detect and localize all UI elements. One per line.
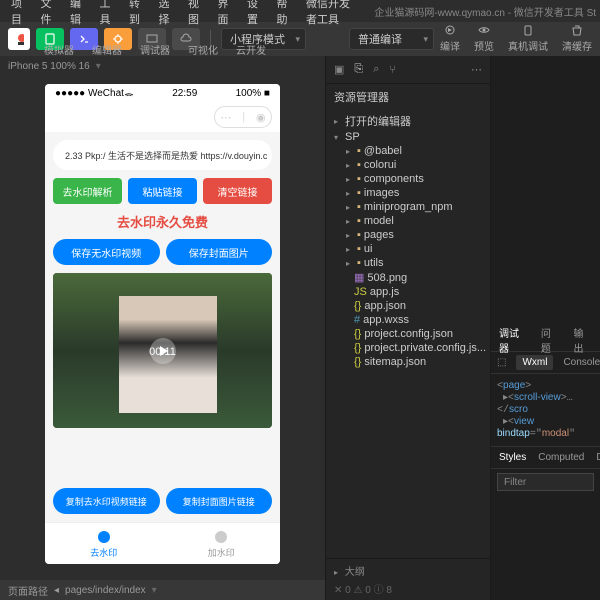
search-icon[interactable]: ⌕ bbox=[373, 63, 379, 76]
file-app.wxss[interactable]: # app.wxss bbox=[326, 313, 490, 327]
folder-components[interactable]: ▸▪ components bbox=[326, 172, 490, 186]
copy-video-button[interactable]: 复制去水印视频链接 bbox=[53, 488, 160, 514]
folder-pages[interactable]: ▸▪ pages bbox=[326, 228, 490, 242]
menu-project[interactable]: 项目 bbox=[4, 0, 34, 27]
file-508.png[interactable]: ▦ 508.png bbox=[326, 270, 490, 285]
file-app.json[interactable]: {} app.json bbox=[326, 299, 490, 313]
compile-dropdown[interactable]: 普通编译 bbox=[349, 28, 434, 50]
folder-utils[interactable]: ▸▪ utils bbox=[326, 256, 490, 270]
window-title: 企业猫源码网-www.qymao.cn - 微信开发者工具 Stable 1.0… bbox=[367, 4, 596, 19]
tab-output[interactable]: 输出 bbox=[573, 325, 592, 355]
code-tree[interactable]: <page> ▸<scroll-view>…</scro ▸<view bind… bbox=[491, 374, 600, 446]
menu-edit[interactable]: 编辑 bbox=[63, 0, 93, 27]
folder-images[interactable]: ▸▪ images bbox=[326, 186, 490, 200]
compile-button[interactable]: 编译 bbox=[440, 25, 460, 53]
status-battery: 100% ■ bbox=[236, 88, 270, 99]
tab-add-wm[interactable]: 加水印 bbox=[163, 523, 281, 564]
wxml-tab[interactable]: Wxml bbox=[516, 355, 553, 370]
capsule-close-icon[interactable]: ◉ bbox=[256, 111, 266, 124]
status-icons: ✕ 0 ⚠ 0 ⓘ 8 bbox=[334, 581, 482, 596]
file-sitemap.json[interactable]: {} sitemap.json bbox=[326, 355, 490, 369]
menu-tools[interactable]: 工具 bbox=[93, 0, 123, 27]
tab-debugger[interactable]: 调试器 bbox=[499, 325, 527, 355]
menu-select[interactable]: 选择 bbox=[152, 0, 182, 27]
filter-input[interactable]: Filter bbox=[497, 473, 594, 491]
video-time: 00:11 bbox=[149, 346, 176, 358]
more-icon[interactable]: ⋯ bbox=[471, 63, 482, 76]
page-path[interactable]: pages/index/index bbox=[65, 585, 146, 596]
menu-ui[interactable]: 界面 bbox=[211, 0, 241, 27]
branch-icon[interactable]: ⑂ bbox=[389, 64, 396, 76]
save-video-button[interactable]: 保存无水印视频 bbox=[53, 239, 160, 265]
copy-icon[interactable]: ⎘ bbox=[354, 63, 363, 76]
styles-tab[interactable]: Styles bbox=[499, 452, 526, 463]
file-app.js[interactable]: JS app.js bbox=[326, 285, 490, 299]
menu-devtools[interactable]: 微信开发者工具 bbox=[299, 0, 367, 27]
device-selector[interactable]: iPhone 5 100% 16 bbox=[8, 61, 90, 72]
url-input[interactable]: 2.33 Pkp:/ 生活不是选择而是热爱 https://v.douyin.c bbox=[53, 140, 272, 170]
open-editors[interactable]: ▸打开的编辑器 bbox=[326, 112, 490, 130]
menu-goto[interactable]: 转到 bbox=[122, 0, 152, 27]
free-text: 去水印永久免费 bbox=[53, 212, 272, 231]
label-visual: 可视化 bbox=[188, 42, 218, 57]
copy-cover-button[interactable]: 复制封面图片链接 bbox=[166, 488, 273, 514]
status-signal: ●●●●● WeChat bbox=[55, 88, 134, 99]
outline[interactable]: ▸ 大纲 bbox=[334, 563, 482, 578]
paste-button[interactable]: 粘贴链接 bbox=[128, 178, 197, 204]
file-project.private.config.js...[interactable]: {} project.private.config.js... bbox=[326, 341, 490, 355]
inspect-icon[interactable]: ⬚ bbox=[497, 357, 506, 368]
folder-@babel[interactable]: ▸▪ @babel bbox=[326, 144, 490, 158]
folder-colorui[interactable]: ▸▪ colorui bbox=[326, 158, 490, 172]
explorer-title: 资源管理器 bbox=[326, 84, 490, 110]
explorer-tab-icon[interactable]: ▣ bbox=[334, 63, 344, 76]
menu-help[interactable]: 帮助 bbox=[270, 0, 300, 27]
menu-view[interactable]: 视图 bbox=[181, 0, 211, 27]
dataset-tab[interactable]: Data bbox=[596, 452, 600, 463]
page-path-label: 页面路径 bbox=[8, 583, 48, 598]
menu-file[interactable]: 文件 bbox=[34, 0, 64, 27]
label-editor: 编辑器 bbox=[92, 42, 122, 57]
console-tab[interactable]: Console bbox=[563, 357, 600, 368]
phone-simulator: ●●●●● WeChat 22:59 100% ■ ⋯ | ◉ 2.33 Pkp… bbox=[45, 84, 280, 564]
folder-miniprogram_npm[interactable]: ▸▪ miniprogram_npm bbox=[326, 200, 490, 214]
label-cloud: 云开发 bbox=[236, 42, 266, 57]
computed-tab[interactable]: Computed bbox=[538, 452, 584, 463]
preview-button[interactable]: 预览 bbox=[474, 25, 494, 53]
menu-settings[interactable]: 设置 bbox=[240, 0, 270, 27]
label-debug: 调试器 bbox=[140, 42, 170, 57]
tab-remove-wm[interactable]: 去水印 bbox=[45, 523, 163, 564]
file-project.config.json[interactable]: {} project.config.json bbox=[326, 327, 490, 341]
app-icon bbox=[8, 28, 30, 50]
capsule-menu-icon[interactable]: ⋯ bbox=[220, 111, 231, 124]
menubar: 项目 文件 编辑 工具 转到 选择 视图 界面 设置 帮助 微信开发者工具 企业… bbox=[0, 0, 600, 22]
status-time: 22:59 bbox=[172, 88, 197, 99]
save-cover-button[interactable]: 保存封面图片 bbox=[166, 239, 273, 265]
remote-debug-button[interactable]: 真机调试 bbox=[508, 25, 548, 53]
folder-ui[interactable]: ▸▪ ui bbox=[326, 242, 490, 256]
parse-button[interactable]: 去水印解析 bbox=[53, 178, 122, 204]
capsule[interactable]: ⋯ | ◉ bbox=[214, 106, 272, 128]
tab-problems[interactable]: 问题 bbox=[541, 325, 560, 355]
root-folder[interactable]: ▾SP bbox=[326, 130, 490, 144]
clear-cache-button[interactable]: 清缓存 bbox=[562, 25, 592, 53]
label-sim: 模拟器 bbox=[44, 42, 74, 57]
video-player[interactable]: 00:11 bbox=[53, 273, 272, 428]
folder-model[interactable]: ▸▪ model bbox=[326, 214, 490, 228]
clear-button[interactable]: 清空链接 bbox=[203, 178, 272, 204]
